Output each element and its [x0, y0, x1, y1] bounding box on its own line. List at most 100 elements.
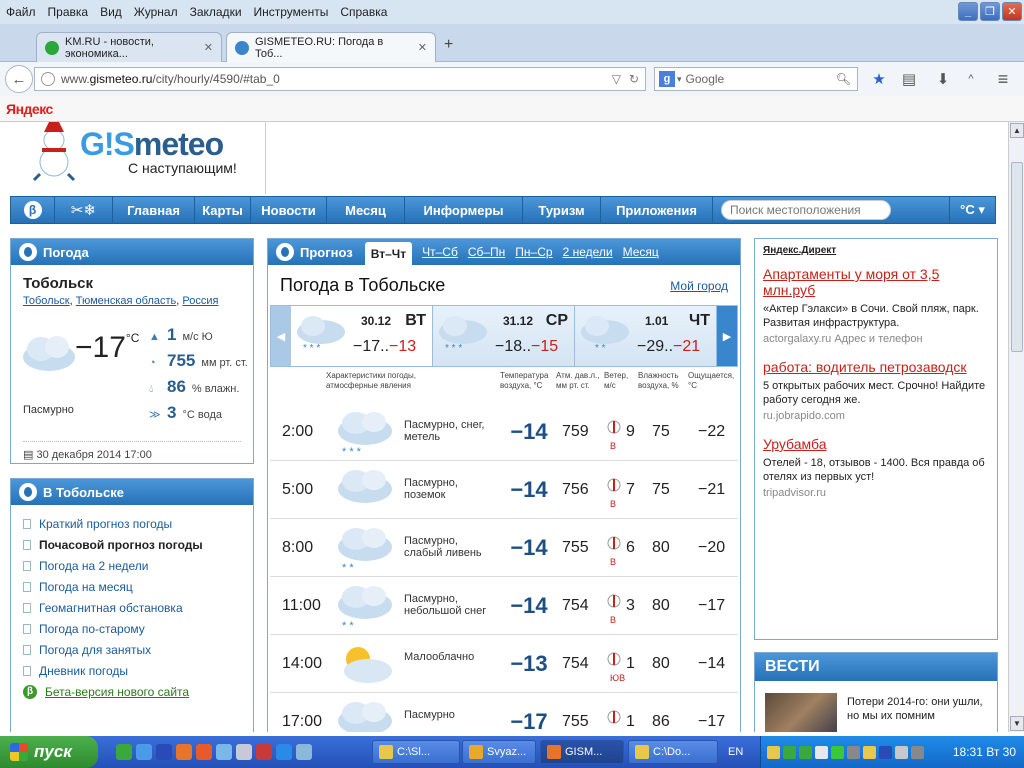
- menu-file[interactable]: Файл: [0, 5, 42, 19]
- unit-selector[interactable]: °C ▾: [949, 197, 995, 223]
- home-icon[interactable]: ^: [960, 68, 982, 90]
- ad-title[interactable]: Урубамба: [763, 436, 989, 452]
- link-brief-forecast[interactable]: Краткий прогноз погоды: [39, 517, 172, 531]
- nav-informers[interactable]: Информеры: [405, 197, 523, 223]
- ad-url[interactable]: ru.jobrapido.com: [763, 410, 989, 422]
- tray-icon[interactable]: [815, 745, 828, 759]
- tab-2-weeks[interactable]: 2 недели: [563, 245, 613, 259]
- list-item[interactable]: Погода по-старому: [23, 618, 253, 639]
- address-bar[interactable]: www. gismeteo.ru /city/hourly/4590/#tab_…: [34, 67, 646, 91]
- scroll-down-icon[interactable]: ▼: [1010, 716, 1024, 731]
- menu-icon[interactable]: ≡: [992, 68, 1014, 90]
- opera-icon[interactable]: [256, 744, 272, 760]
- disk-icon[interactable]: [236, 744, 252, 760]
- tab-month[interactable]: Месяц: [623, 245, 659, 259]
- clock[interactable]: 18:31 Вт 30: [953, 745, 1016, 759]
- my-city-link[interactable]: Мой город: [670, 279, 728, 293]
- language-indicator[interactable]: EN: [728, 746, 743, 758]
- firefox-icon[interactable]: [176, 744, 192, 760]
- menu-help[interactable]: Справка: [334, 5, 393, 19]
- tray-icon[interactable]: [895, 745, 908, 759]
- ie-icon[interactable]: [276, 744, 292, 760]
- beta-button[interactable]: β: [11, 197, 55, 223]
- tab-thu-sat[interactable]: Чт–Сб: [422, 245, 458, 259]
- list-item[interactable]: β Бета-версия нового сайта: [23, 681, 253, 702]
- tab-mon-wed[interactable]: Пн–Ср: [515, 245, 552, 259]
- link-busy[interactable]: Погода для занятых: [39, 643, 151, 657]
- nav-month[interactable]: Месяц: [327, 197, 405, 223]
- yandex-direct-label[interactable]: Яндекс.Директ: [763, 245, 989, 256]
- list-item[interactable]: Дневник погоды: [23, 660, 253, 681]
- next-days-button[interactable]: ▶: [717, 306, 737, 366]
- tab-close-icon[interactable]: ✕: [204, 41, 213, 54]
- link-beta-site[interactable]: Бета-версия нового сайта: [45, 685, 189, 699]
- task-svyaz[interactable]: Svyaz...: [462, 740, 536, 764]
- utorrent-icon[interactable]: [116, 744, 132, 760]
- volume-icon[interactable]: [911, 745, 924, 759]
- ad-url[interactable]: tripadvisor.ru: [763, 487, 989, 499]
- engine-dropdown-icon[interactable]: ▾: [677, 74, 682, 85]
- task-explorer-do[interactable]: C:\Do...: [628, 740, 718, 764]
- news-headline[interactable]: Потери 2014-го: они ушли, но мы их помни…: [847, 695, 993, 723]
- dropdown-icon[interactable]: ▽: [612, 72, 621, 86]
- region-link-country[interactable]: Россия: [182, 295, 218, 307]
- day-card[interactable]: * * * 31.12 СР −18..−15: [433, 306, 575, 366]
- task-firefox-gismeteo[interactable]: GISM...: [540, 740, 624, 764]
- tray-icon[interactable]: [831, 745, 844, 759]
- list-item[interactable]: Погода на 2 недели: [23, 555, 253, 576]
- yandex-logo[interactable]: Яндекс: [6, 101, 53, 117]
- back-button[interactable]: ←: [5, 65, 33, 93]
- day-card[interactable]: * * 1.01 ЧТ −29..−21: [575, 306, 717, 366]
- tray-icon[interactable]: [847, 745, 860, 759]
- day-card[interactable]: * * * 30.12 ВТ −17..−13: [291, 306, 433, 366]
- search-app-icon[interactable]: [216, 744, 232, 760]
- ad-title[interactable]: Апартаменты у моря от 3,5 млн.руб: [763, 266, 989, 298]
- media-player-icon[interactable]: [196, 744, 212, 760]
- search-bar[interactable]: g ▾ Google 🔍︎: [654, 67, 858, 91]
- tab-close-icon[interactable]: ✕: [418, 41, 427, 54]
- region-link-city[interactable]: Тобольск: [23, 295, 70, 307]
- scroll-up-icon[interactable]: ▲: [1010, 123, 1024, 138]
- list-item[interactable]: Погода на месяц: [23, 576, 253, 597]
- downloads-icon[interactable]: ⬇: [932, 68, 954, 90]
- scrollbar-thumb[interactable]: [1011, 162, 1023, 352]
- snowflake-icon[interactable]: ✂❄: [55, 197, 113, 223]
- nav-tourism[interactable]: Туризм: [523, 197, 601, 223]
- vesti-header[interactable]: ВЕСТИ: [755, 653, 997, 681]
- page-scrollbar[interactable]: ▲ ▼: [1008, 122, 1024, 732]
- tray-icon[interactable]: [783, 745, 796, 759]
- tray-icon[interactable]: [879, 745, 892, 759]
- tab-sat-mon[interactable]: Сб–Пн: [468, 245, 505, 259]
- region-link-oblast[interactable]: Тюменская область: [76, 295, 177, 307]
- maximize-button[interactable]: ❐: [980, 2, 1000, 21]
- menu-bookmarks[interactable]: Закладки: [184, 5, 248, 19]
- tray-icon[interactable]: [799, 745, 812, 759]
- start-button[interactable]: пуск: [0, 736, 98, 768]
- nav-news[interactable]: Новости: [251, 197, 327, 223]
- list-item[interactable]: Погода для занятых: [23, 639, 253, 660]
- gismeteo-logo[interactable]: G!Smeteo: [80, 126, 224, 163]
- news-thumbnail[interactable]: [765, 693, 837, 732]
- list-item[interactable]: Краткий прогноз погоды: [23, 513, 253, 534]
- tab-tue-thu[interactable]: Вт–Чт: [364, 242, 413, 266]
- close-window-button[interactable]: ✕: [1002, 2, 1022, 21]
- reload-icon[interactable]: ↻: [629, 72, 639, 86]
- google-icon[interactable]: g: [659, 71, 675, 87]
- menu-edit[interactable]: Правка: [42, 5, 95, 19]
- task-explorer-sl[interactable]: C:\Sl...: [372, 740, 460, 764]
- search-icon[interactable]: 🔍︎: [836, 72, 851, 86]
- link-month[interactable]: Погода на месяц: [39, 580, 133, 594]
- tray-icon[interactable]: [767, 745, 780, 759]
- minimize-button[interactable]: _: [958, 2, 978, 21]
- tray-icon[interactable]: [863, 745, 876, 759]
- menu-view[interactable]: Вид: [94, 5, 128, 19]
- link-geomagnetic[interactable]: Геомагнитная обстановка: [39, 601, 183, 615]
- prev-days-button[interactable]: ◀: [271, 306, 291, 366]
- total-commander-icon[interactable]: [156, 744, 172, 760]
- bookmark-star-icon[interactable]: ★: [868, 68, 890, 90]
- nav-main[interactable]: Главная: [113, 197, 195, 223]
- reading-list-icon[interactable]: ▤: [898, 68, 920, 90]
- link-old-style[interactable]: Погода по-старому: [39, 622, 145, 636]
- nav-maps[interactable]: Карты: [195, 197, 251, 223]
- list-item[interactable]: Геомагнитная обстановка: [23, 597, 253, 618]
